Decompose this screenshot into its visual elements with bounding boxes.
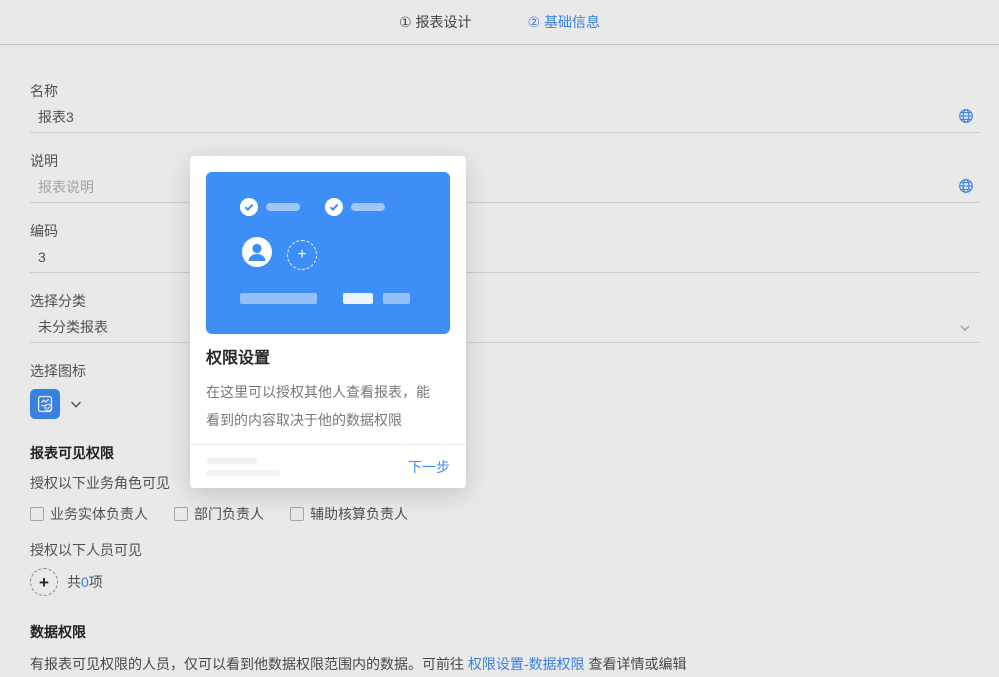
avatar-icon — [242, 237, 272, 267]
check-circle-icon — [325, 198, 343, 216]
placeholder-bar — [383, 293, 410, 304]
placeholder-bar — [266, 203, 300, 211]
illustration-check-row — [240, 198, 385, 216]
watermark-bars — [206, 457, 280, 476]
placeholder-bar — [240, 293, 317, 304]
placeholder-bar — [343, 293, 373, 304]
plus-glyph: + — [297, 246, 307, 263]
placeholder-bar — [351, 203, 385, 211]
tour-illustration: + — [206, 172, 450, 334]
tour-title: 权限设置 — [206, 350, 271, 367]
tour-footer: 下一步 — [190, 444, 466, 488]
plus-icon: + — [287, 240, 317, 270]
page: ① 报表设计 ② 基础信息 名称 说明 — [0, 0, 999, 677]
tour-popup: + 权限设置 在这里可以授权其他人查看报表，能 看到的内容取决于他的数据权限 下… — [190, 156, 466, 488]
check-circle-icon — [240, 198, 258, 216]
tour-overlay-mask — [0, 0, 999, 677]
next-step-button[interactable]: 下一步 — [408, 457, 450, 477]
tour-description: 在这里可以授权其他人查看报表，能 看到的内容取决于他的数据权限 — [206, 384, 430, 428]
